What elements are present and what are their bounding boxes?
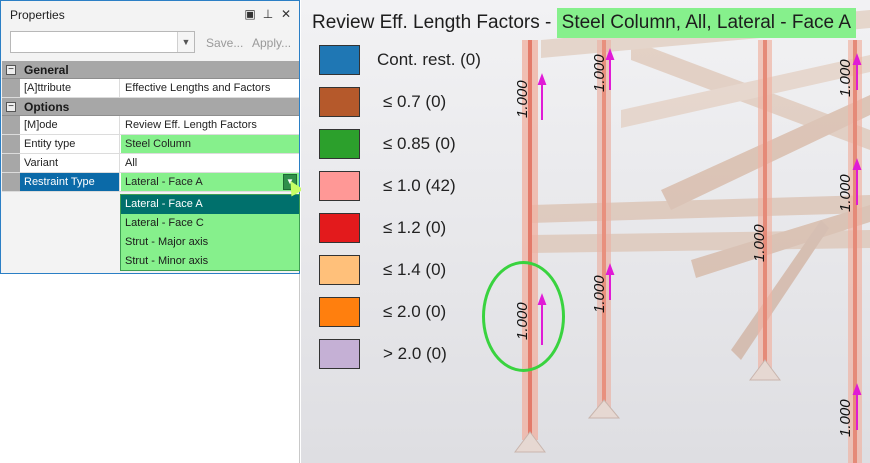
legend-swatch bbox=[319, 213, 360, 243]
legend-label: ≤ 2.0 (0) bbox=[383, 302, 447, 321]
property-value[interactable]: All bbox=[121, 154, 299, 172]
row-restraint-type[interactable]: Restraint Type Lateral - Face A ▼ bbox=[2, 173, 299, 192]
legend-swatch bbox=[319, 87, 360, 117]
factor-label: 1.000 bbox=[591, 275, 608, 313]
property-name: Entity type bbox=[20, 135, 120, 153]
highlight-circle bbox=[482, 261, 565, 372]
preset-combo[interactable]: ▼ bbox=[10, 31, 195, 53]
chevron-down-icon[interactable]: ▼ bbox=[177, 32, 194, 52]
factor-label: 1.000 bbox=[837, 399, 854, 437]
legend-label: ≤ 0.7 (0) bbox=[383, 92, 447, 111]
collapse-icon[interactable]: − bbox=[6, 65, 16, 75]
property-value[interactable]: Steel Column bbox=[121, 135, 299, 153]
category-label: General bbox=[24, 63, 69, 77]
dropdown-option[interactable]: Strut - Minor axis bbox=[121, 252, 299, 271]
view-title: Review Eff. Length Factors - Steel Colum… bbox=[312, 8, 857, 38]
close-icon[interactable]: ✕ bbox=[279, 6, 293, 22]
legend-label: ≤ 1.0 (42) bbox=[383, 176, 456, 195]
legend-label: > 2.0 (0) bbox=[383, 344, 447, 363]
legend-swatch bbox=[319, 255, 360, 285]
dropdown-option[interactable]: Strut - Major axis bbox=[121, 233, 299, 252]
restraint-type-select[interactable]: Lateral - Face A ▼ bbox=[121, 173, 299, 191]
factor-label: 1.000 bbox=[514, 80, 531, 118]
property-name: Variant bbox=[20, 154, 120, 172]
legend-swatch bbox=[319, 129, 360, 159]
property-value[interactable]: Review Eff. Length Factors bbox=[121, 116, 299, 134]
properties-panel: Properties ▣ ⊥ ✕ ▼ Save... Apply... − Ge… bbox=[0, 0, 304, 463]
view-title-highlight: Steel Column, All, Lateral - Face A bbox=[556, 8, 857, 38]
save-button[interactable]: Save... bbox=[206, 36, 243, 50]
legend-swatch bbox=[319, 45, 360, 75]
category-general[interactable]: − General bbox=[2, 61, 299, 79]
property-grid: − General [A]ttribute Effective Lengths … bbox=[2, 61, 299, 192]
panel-title-bar: Properties ▣ ⊥ ✕ bbox=[2, 2, 299, 26]
legend-label: ≤ 1.4 (0) bbox=[383, 260, 447, 279]
model-3d-view[interactable]: Review Eff. Length Factors - Steel Colum… bbox=[301, 0, 870, 463]
property-name: Restraint Type bbox=[20, 173, 120, 191]
property-name: [M]ode bbox=[20, 116, 120, 134]
factor-label: 1.000 bbox=[751, 224, 768, 262]
panel-title: Properties bbox=[10, 8, 65, 22]
dropdown-option[interactable]: Lateral - Face A bbox=[121, 195, 299, 214]
collapse-icon[interactable]: − bbox=[6, 102, 16, 112]
row-entity-type[interactable]: Entity type Steel Column bbox=[2, 135, 299, 154]
row-gutter bbox=[2, 79, 20, 97]
legend-label: Cont. rest. (0) bbox=[377, 50, 481, 69]
pin-icon[interactable]: ⊥ bbox=[261, 6, 275, 22]
row-attribute[interactable]: [A]ttribute Effective Lengths and Factor… bbox=[2, 79, 299, 98]
property-value[interactable]: Effective Lengths and Factors bbox=[121, 79, 299, 97]
category-options[interactable]: − Options bbox=[2, 98, 299, 116]
category-label: Options bbox=[24, 100, 70, 114]
properties-frame: Properties ▣ ⊥ ✕ ▼ Save... Apply... − Ge… bbox=[0, 0, 300, 274]
legend-swatch bbox=[319, 339, 360, 369]
factor-label: 1.000 bbox=[837, 59, 854, 97]
restraint-type-dropdown: Lateral - Face A Lateral - Face C Strut … bbox=[120, 194, 300, 271]
factor-label: 1.000 bbox=[591, 54, 608, 92]
view-title-prefix: Review Eff. Length Factors - bbox=[312, 12, 552, 33]
window-position-icon[interactable]: ▣ bbox=[243, 6, 257, 22]
row-mode[interactable]: [M]ode Review Eff. Length Factors bbox=[2, 116, 299, 135]
row-gutter bbox=[2, 173, 20, 191]
panel-toolbar: ▼ Save... Apply... bbox=[2, 28, 299, 56]
row-gutter bbox=[2, 154, 20, 172]
row-gutter bbox=[2, 135, 20, 153]
property-name: [A]ttribute bbox=[20, 79, 120, 97]
row-variant[interactable]: Variant All bbox=[2, 154, 299, 173]
legend-swatch bbox=[319, 171, 360, 201]
legend-swatch bbox=[319, 297, 360, 327]
apply-button[interactable]: Apply... bbox=[252, 36, 291, 50]
dropdown-option[interactable]: Lateral - Face C bbox=[121, 214, 299, 233]
legend-label: ≤ 1.2 (0) bbox=[383, 218, 447, 237]
factor-label: 1.000 bbox=[837, 174, 854, 212]
select-value: Lateral - Face A bbox=[125, 176, 203, 188]
legend-label: ≤ 0.85 (0) bbox=[383, 134, 456, 153]
row-gutter bbox=[2, 116, 20, 134]
